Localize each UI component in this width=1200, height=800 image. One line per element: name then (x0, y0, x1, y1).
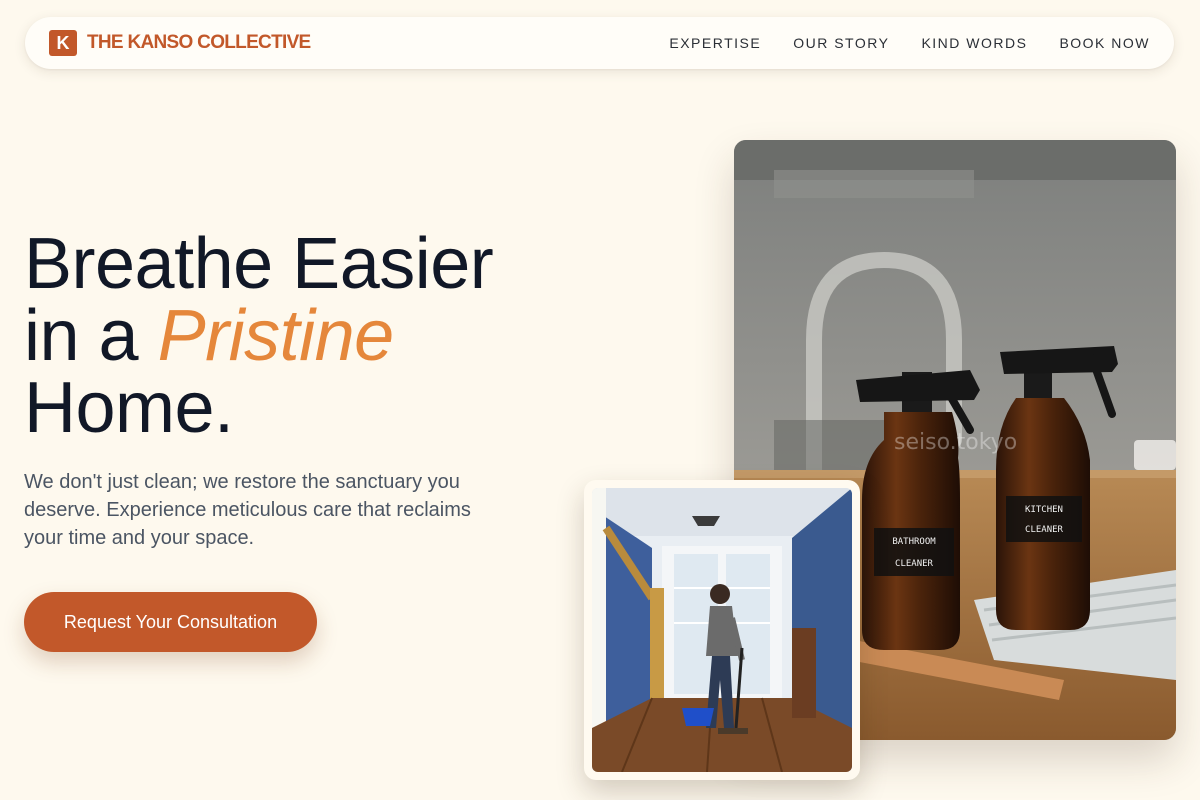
brand-name: THE KANSO COLLECTIVE (87, 32, 311, 53)
brand-logo[interactable]: K THE KANSO COLLECTIVE (49, 30, 311, 56)
hero-headline: Breathe Easier in a Pristine Home. (24, 228, 494, 444)
request-consultation-button[interactable]: Request Your Consultation (24, 592, 317, 652)
bottle-1-label-line-1: BATHROOM (892, 537, 936, 547)
hero-photo-hallway-cleaning (592, 488, 852, 772)
nav-menu: EXPERTISE OUR STORY KIND WORDS BOOK NOW (669, 17, 1150, 69)
hallway-cleaning-illustration (592, 488, 852, 772)
bottle-2-label-line-2: CLEANER (1025, 525, 1064, 535)
hero-subtext: We don't just clean; we restore the sanc… (24, 471, 471, 549)
bottle-1-label-line-2: CLEANER (895, 559, 934, 569)
bottle-2-label-line-1: KITCHEN (1025, 505, 1063, 515)
secondary-photo-card (584, 480, 860, 780)
nav-link-book-now[interactable]: BOOK NOW (1059, 35, 1150, 51)
headline-accent-word: Pristine (157, 296, 395, 376)
photo-watermark: seiso.tokyo (894, 430, 1018, 455)
top-navbar: K THE KANSO COLLECTIVE EXPERTISE OUR STO… (25, 17, 1174, 69)
nav-link-expertise[interactable]: EXPERTISE (669, 35, 761, 51)
brand-mark-icon: K (49, 30, 77, 56)
nav-link-kind-words[interactable]: KIND WORDS (921, 35, 1027, 51)
headline-line-1: Breathe Easier (24, 224, 494, 304)
headline-line-2-prefix: in a (24, 296, 158, 376)
headline-line-3: Home. (24, 368, 234, 448)
nav-link-our-story[interactable]: OUR STORY (793, 35, 889, 51)
